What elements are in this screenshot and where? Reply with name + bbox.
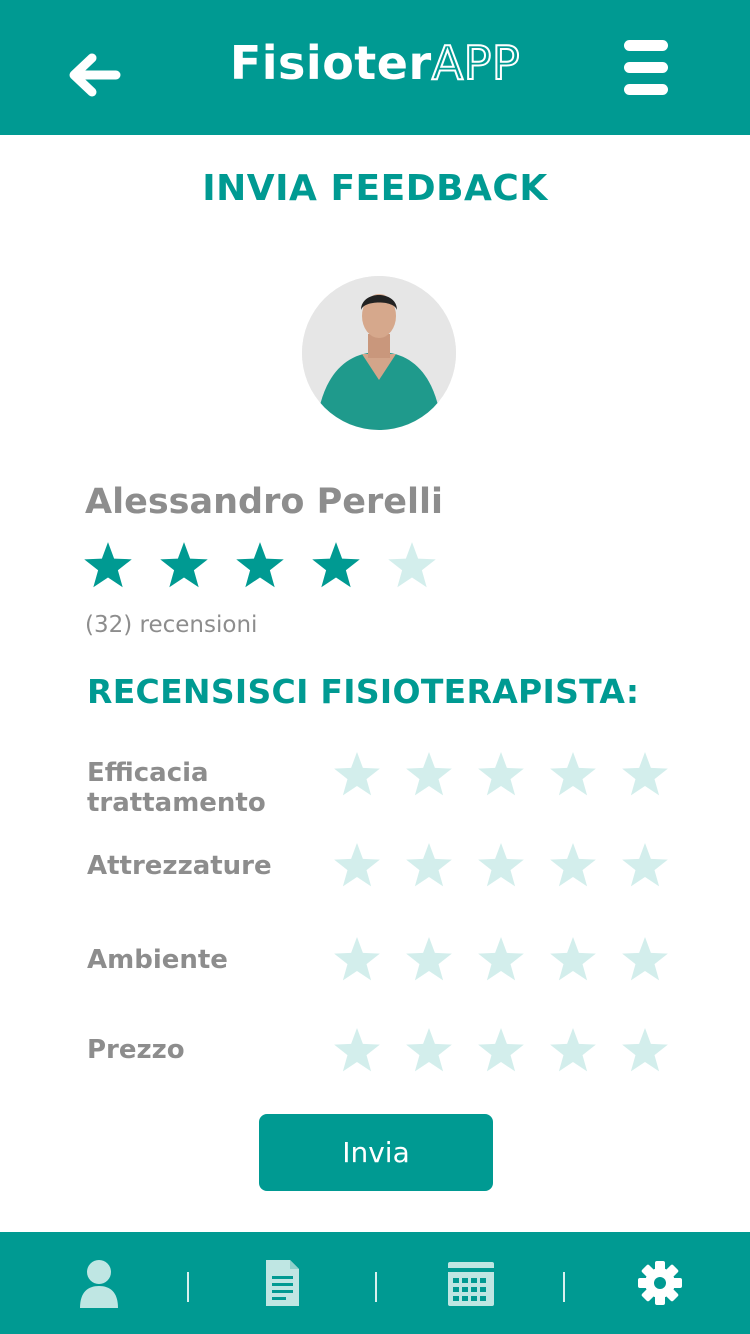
menu-button[interactable] [622, 38, 670, 96]
doctor-photo [302, 276, 456, 430]
criterion-label: Efficacia trattamento [87, 758, 266, 818]
rating-star-icon[interactable] [548, 1026, 598, 1076]
rating-star-icon[interactable] [404, 935, 454, 985]
star-filled-icon [312, 542, 360, 588]
page-title: INVIA FEEDBACK [202, 168, 548, 209]
nav-separator [375, 1272, 377, 1302]
rating-star-icon[interactable] [620, 935, 670, 985]
rating-star-icon[interactable] [620, 750, 670, 800]
top-app-bar: FisioterAPP [0, 0, 750, 135]
calendar-icon [448, 1262, 494, 1306]
criterion-stars [332, 1026, 672, 1078]
rating-star-icon[interactable] [332, 1026, 382, 1076]
nav-calendar[interactable] [446, 1258, 496, 1308]
review-section-title: RECENSISCI FISIOTERAPISTA: [87, 672, 640, 711]
star-filled-icon [160, 542, 208, 588]
rating-star-icon[interactable] [548, 935, 598, 985]
rating-star-icon[interactable] [620, 841, 670, 891]
user-icon [80, 1260, 118, 1308]
hamburger-line [624, 62, 668, 73]
star-filled-icon [84, 542, 132, 588]
hamburger-line [624, 84, 668, 95]
doctor-name: Alessandro Perelli [85, 482, 443, 522]
criterion-stars [332, 841, 672, 893]
criterion-stars [332, 750, 672, 802]
rating-star-icon[interactable] [404, 1026, 454, 1076]
settings-gear-icon [638, 1261, 682, 1305]
rating-star-icon[interactable] [476, 750, 526, 800]
rating-star-icon[interactable] [332, 841, 382, 891]
logo-text-outline: APP [431, 35, 521, 91]
rating-star-icon[interactable] [404, 750, 454, 800]
hamburger-menu-icon [624, 40, 668, 51]
nav-settings[interactable] [635, 1258, 685, 1308]
nav-separator [187, 1272, 189, 1302]
criterion-label: Prezzo [87, 1035, 185, 1065]
criterion-label: Attrezzature [87, 851, 272, 881]
logo-text-primary: Fisioter [229, 36, 432, 90]
star-empty-icon [388, 542, 436, 588]
rating-star-icon[interactable] [476, 1026, 526, 1076]
rating-star-icon[interactable] [332, 750, 382, 800]
nav-separator [563, 1272, 565, 1302]
rating-star-icon[interactable] [476, 841, 526, 891]
bottom-nav-bar [0, 1232, 750, 1334]
document-icon [266, 1260, 299, 1306]
reviews-count: (32) recensioni [85, 612, 258, 638]
rating-star-icon[interactable] [620, 1026, 670, 1076]
criterion-label: Ambiente [87, 945, 228, 975]
criterion-stars [332, 935, 672, 987]
star-filled-icon [236, 542, 284, 588]
nav-documents[interactable] [257, 1258, 307, 1308]
rating-star-icon[interactable] [548, 841, 598, 891]
rating-star-icon[interactable] [476, 935, 526, 985]
rating-star-icon[interactable] [548, 750, 598, 800]
submit-button[interactable]: Invia [259, 1114, 493, 1191]
nav-profile[interactable] [74, 1258, 124, 1308]
avatar [302, 276, 456, 430]
rating-star-icon[interactable] [404, 841, 454, 891]
rating-star-icon[interactable] [332, 935, 382, 985]
